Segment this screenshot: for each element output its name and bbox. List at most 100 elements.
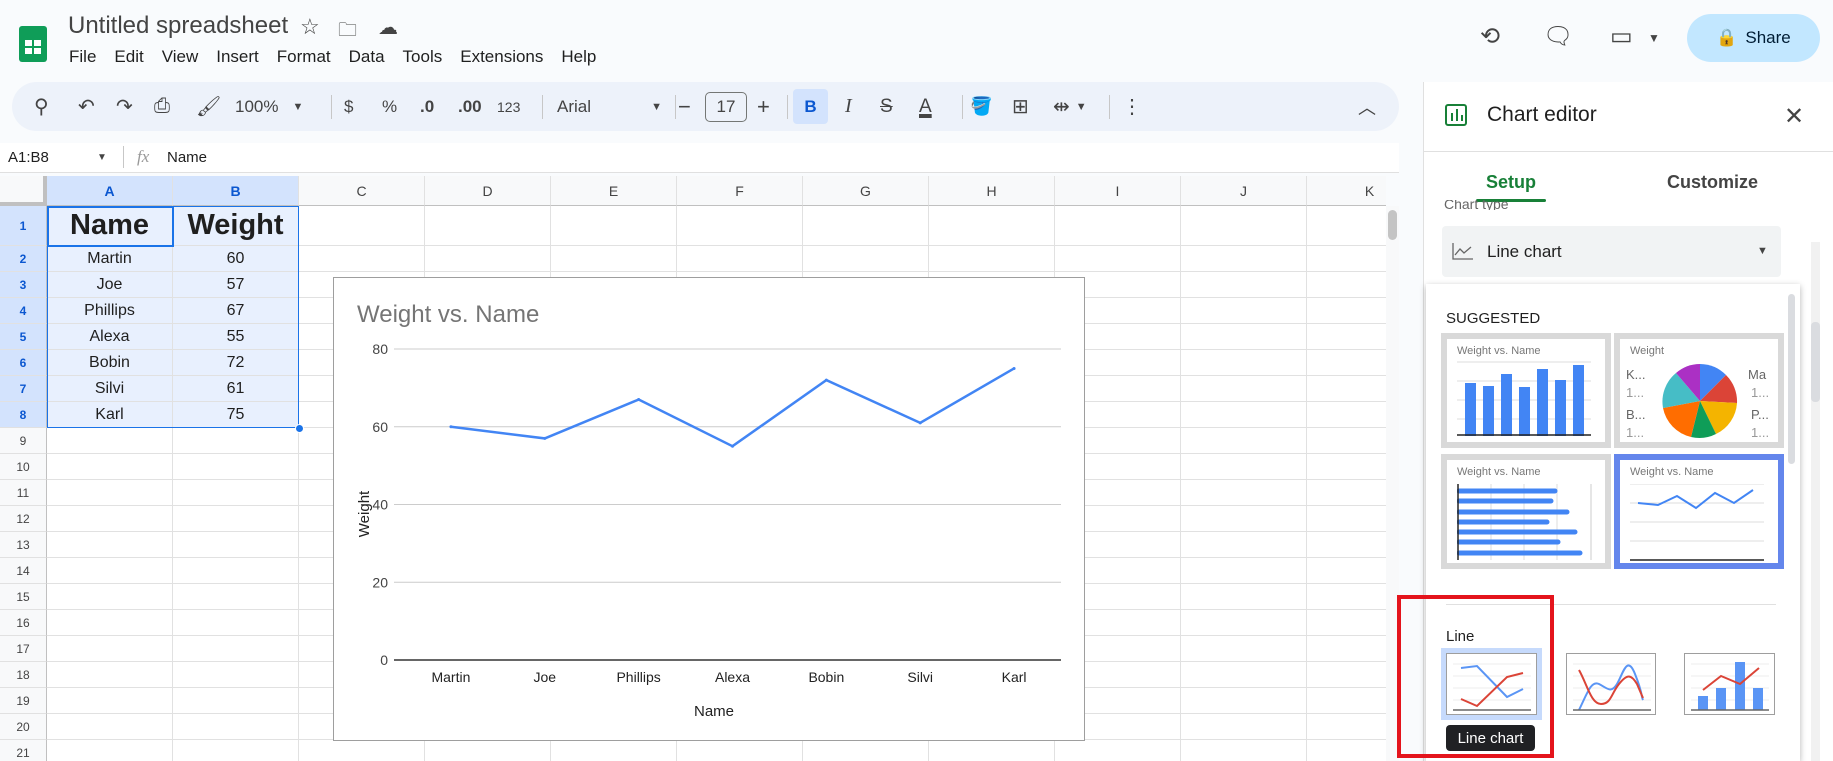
star-icon[interactable]: ☆ xyxy=(300,14,320,40)
text-color-button[interactable]: A xyxy=(919,82,932,131)
cell-J21[interactable] xyxy=(1181,740,1307,761)
suggested-bar-chart[interactable]: Weight vs. Name xyxy=(1441,454,1611,569)
menu-insert[interactable]: Insert xyxy=(216,47,259,67)
cell-G1[interactable] xyxy=(803,206,929,246)
paint-format-icon[interactable]: 🖌 xyxy=(196,82,221,131)
panel-scrollbar[interactable] xyxy=(1811,242,1820,761)
row-header-12[interactable]: 12 xyxy=(0,506,47,532)
row-header-8[interactable]: 8 xyxy=(0,402,47,428)
cell-K4[interactable] xyxy=(1307,298,1386,324)
column-header-B[interactable]: B xyxy=(173,176,299,206)
italic-button[interactable]: I xyxy=(845,82,852,131)
suggested-pie-chart[interactable]: Weight K... 1... B... 1... Ma 1... P... 1... xyxy=(1614,333,1784,448)
cell-A10[interactable] xyxy=(47,454,173,480)
menu-view[interactable]: View xyxy=(162,47,199,67)
row-header-3[interactable]: 3 xyxy=(0,272,47,298)
cell-A3[interactable]: Joe xyxy=(47,272,173,298)
cell-H21[interactable] xyxy=(929,740,1055,761)
row-header-18[interactable]: 18 xyxy=(0,662,47,688)
menu-extensions[interactable]: Extensions xyxy=(460,47,543,67)
row-header-17[interactable]: 17 xyxy=(0,636,47,662)
cell-A7[interactable]: Silvi xyxy=(47,376,173,402)
cell-C1[interactable] xyxy=(299,206,425,246)
cell-B1[interactable]: Weight xyxy=(173,206,299,246)
cell-K9[interactable] xyxy=(1307,428,1386,454)
redo-icon[interactable]: ↷ xyxy=(116,82,133,131)
cell-K5[interactable] xyxy=(1307,324,1386,350)
fill-color-icon[interactable]: 🪣 xyxy=(970,82,992,131)
dropdown-scrollbar[interactable] xyxy=(1788,294,1795,464)
cell-B2[interactable]: 60 xyxy=(173,246,299,272)
cell-E1[interactable] xyxy=(551,206,677,246)
cloud-status-icon[interactable]: ☁ xyxy=(378,15,398,40)
undo-icon[interactable]: ↶ xyxy=(78,82,95,131)
cell-J6[interactable] xyxy=(1181,350,1307,376)
close-icon[interactable]: ✕ xyxy=(1784,102,1804,131)
cell-B9[interactable] xyxy=(173,428,299,454)
cell-J18[interactable] xyxy=(1181,662,1307,688)
cell-H1[interactable] xyxy=(929,206,1055,246)
cell-K19[interactable] xyxy=(1307,688,1386,714)
cell-B17[interactable] xyxy=(173,636,299,662)
column-header-G[interactable]: G xyxy=(803,176,929,206)
sheets-logo[interactable] xyxy=(19,26,47,62)
cell-B13[interactable] xyxy=(173,532,299,558)
row-header-1[interactable]: 1 xyxy=(0,206,47,246)
row-header-20[interactable]: 20 xyxy=(0,714,47,740)
cell-K14[interactable] xyxy=(1307,558,1386,584)
cell-K11[interactable] xyxy=(1307,480,1386,506)
cell-B3[interactable]: 57 xyxy=(173,272,299,298)
cell-B20[interactable] xyxy=(173,714,299,740)
cell-D21[interactable] xyxy=(425,740,551,761)
cell-K16[interactable] xyxy=(1307,610,1386,636)
cell-B15[interactable] xyxy=(173,584,299,610)
cell-A19[interactable] xyxy=(47,688,173,714)
column-header-E[interactable]: E xyxy=(551,176,677,206)
cell-J8[interactable] xyxy=(1181,402,1307,428)
row-header-10[interactable]: 10 xyxy=(0,454,47,480)
menu-format[interactable]: Format xyxy=(277,47,331,67)
cell-B7[interactable]: 61 xyxy=(173,376,299,402)
row-header-2[interactable]: 2 xyxy=(0,246,47,272)
formula-input[interactable]: Name xyxy=(167,149,207,166)
cell-C21[interactable] xyxy=(299,740,425,761)
more-options-icon[interactable]: ⋮ xyxy=(1122,82,1142,131)
cell-K7[interactable] xyxy=(1307,376,1386,402)
cell-B12[interactable] xyxy=(173,506,299,532)
combo-chart-option[interactable] xyxy=(1684,653,1775,715)
cell-J9[interactable] xyxy=(1181,428,1307,454)
column-header-F[interactable]: F xyxy=(677,176,803,206)
chart-type-select[interactable]: Line chart ▼ xyxy=(1442,226,1781,277)
cell-J12[interactable] xyxy=(1181,506,1307,532)
column-header-C[interactable]: C xyxy=(299,176,425,206)
menu-tools[interactable]: Tools xyxy=(403,47,443,67)
select-all-corner[interactable] xyxy=(0,176,47,206)
cell-A16[interactable] xyxy=(47,610,173,636)
cell-K13[interactable] xyxy=(1307,532,1386,558)
row-header-13[interactable]: 13 xyxy=(0,532,47,558)
increase-decimal-button[interactable]: .00 xyxy=(458,82,482,131)
suggested-column-chart[interactable]: Weight vs. Name xyxy=(1441,333,1611,448)
cell-K6[interactable] xyxy=(1307,350,1386,376)
move-folder-icon[interactable]: 🗀 xyxy=(338,16,357,48)
cell-B19[interactable] xyxy=(173,688,299,714)
cell-J15[interactable] xyxy=(1181,584,1307,610)
collapse-toolbar-icon[interactable]: ︿ xyxy=(1358,82,1376,131)
doc-title[interactable]: Untitled spreadsheet xyxy=(68,12,288,40)
cell-E2[interactable] xyxy=(551,246,677,272)
cell-C2[interactable] xyxy=(299,246,425,272)
zoom-select[interactable]: 100% ▼ xyxy=(235,82,303,131)
cell-J2[interactable] xyxy=(1181,246,1307,272)
smooth-line-chart-option[interactable] xyxy=(1566,653,1656,715)
cell-J14[interactable] xyxy=(1181,558,1307,584)
column-header-J[interactable]: J xyxy=(1181,176,1307,206)
meet-dropdown-icon[interactable]: ▼ xyxy=(1648,31,1660,45)
row-header-14[interactable]: 14 xyxy=(0,558,47,584)
menu-data[interactable]: Data xyxy=(349,47,385,67)
cell-J5[interactable] xyxy=(1181,324,1307,350)
cell-K15[interactable] xyxy=(1307,584,1386,610)
borders-icon[interactable]: ⊞ xyxy=(1012,82,1029,131)
column-header-K[interactable]: K xyxy=(1307,176,1386,206)
font-size-input[interactable]: 17 xyxy=(705,92,747,122)
column-header-D[interactable]: D xyxy=(425,176,551,206)
